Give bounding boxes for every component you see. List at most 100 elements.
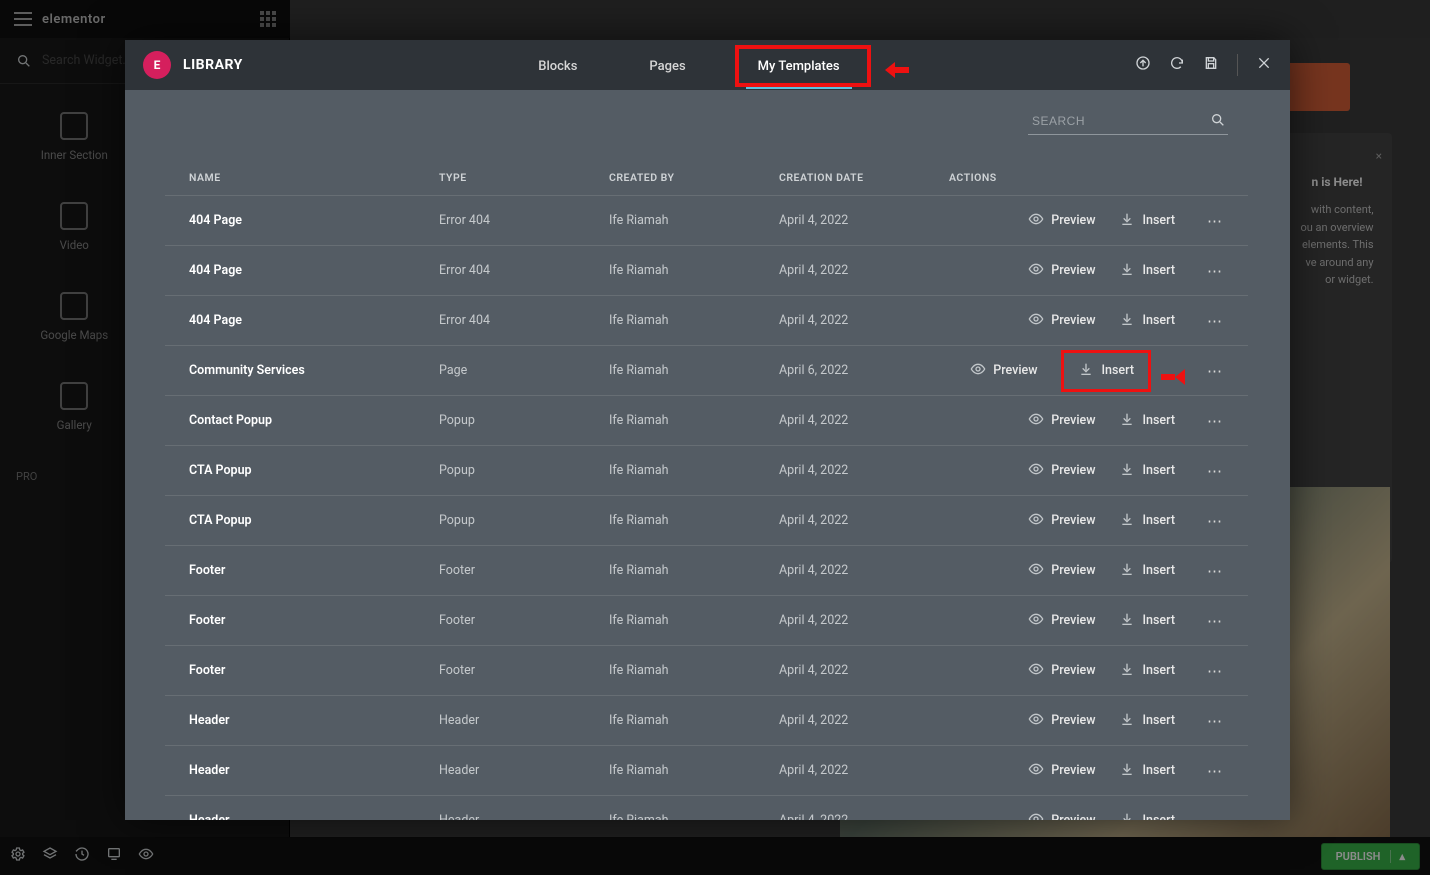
- cell-type: Footer: [439, 563, 609, 578]
- cell-type: Error 404: [439, 263, 609, 278]
- close-icon[interactable]: [1256, 55, 1272, 75]
- insert-action[interactable]: Insert: [1119, 261, 1175, 281]
- more-actions-icon[interactable]: ⋯: [1199, 262, 1224, 280]
- preview-action[interactable]: Preview: [1028, 761, 1095, 781]
- insert-action[interactable]: Insert: [1119, 461, 1175, 481]
- preview-action[interactable]: Preview: [1028, 711, 1095, 731]
- more-actions-icon[interactable]: ⋯: [1199, 512, 1224, 530]
- library-tab-my-templates[interactable]: My Templates: [752, 43, 846, 88]
- save-icon[interactable]: [1203, 55, 1219, 75]
- eye-icon: [1028, 561, 1044, 581]
- preview-action[interactable]: Preview: [1028, 261, 1095, 281]
- download-icon: [1119, 311, 1135, 331]
- more-actions-icon[interactable]: ⋯: [1199, 412, 1224, 430]
- preview-action[interactable]: Preview: [1028, 611, 1095, 631]
- col-name[interactable]: NAME: [189, 171, 439, 184]
- insert-action[interactable]: Insert: [1061, 350, 1151, 392]
- more-actions-icon[interactable]: ⋯: [1199, 362, 1224, 380]
- library-tab-pages[interactable]: Pages: [643, 43, 691, 88]
- insert-action[interactable]: Insert: [1119, 211, 1175, 231]
- cell-created-by: Ife Riamah: [609, 263, 779, 278]
- cell-date: April 4, 2022: [779, 463, 949, 478]
- eye-icon: [1028, 811, 1044, 821]
- col-date[interactable]: CREATION DATE: [779, 171, 949, 184]
- insert-action[interactable]: Insert: [1119, 761, 1175, 781]
- more-actions-icon[interactable]: ⋯: [1199, 212, 1224, 230]
- cell-type: Footer: [439, 613, 609, 628]
- cell-actions: Preview Insert ⋯: [949, 261, 1224, 281]
- download-icon: [1119, 711, 1135, 731]
- import-icon[interactable]: [1135, 55, 1151, 75]
- table-row: FooterFooterIfe RiamahApril 4, 2022Previ…: [165, 645, 1248, 695]
- table-row: 404 PageError 404Ife RiamahApril 4, 2022…: [165, 295, 1248, 345]
- cell-date: April 4, 2022: [779, 313, 949, 328]
- preview-action[interactable]: Preview: [1028, 811, 1095, 821]
- preview-action[interactable]: Preview: [1028, 211, 1095, 231]
- sync-icon[interactable]: [1169, 55, 1185, 75]
- cell-name: 404 Page: [189, 213, 439, 228]
- cell-created-by: Ife Riamah: [609, 713, 779, 728]
- more-actions-icon[interactable]: ⋯: [1199, 762, 1224, 780]
- col-actions: ACTIONS: [949, 171, 1224, 184]
- download-icon: [1119, 261, 1135, 281]
- insert-action[interactable]: Insert: [1119, 561, 1175, 581]
- table-row: 404 PageError 404Ife RiamahApril 4, 2022…: [165, 195, 1248, 245]
- download-icon: [1119, 461, 1135, 481]
- table-row: HeaderHeaderIfe RiamahApril 4, 2022Previ…: [165, 795, 1248, 820]
- preview-action[interactable]: Preview: [1028, 511, 1095, 531]
- cell-date: April 4, 2022: [779, 213, 949, 228]
- table-row: HeaderHeaderIfe RiamahApril 4, 2022Previ…: [165, 695, 1248, 745]
- cell-actions: Preview Insert ⋯: [949, 711, 1224, 731]
- download-icon: [1119, 811, 1135, 821]
- eye-icon: [970, 361, 986, 381]
- cell-date: April 4, 2022: [779, 413, 949, 428]
- table-row: CTA PopupPopupIfe RiamahApril 4, 2022Pre…: [165, 495, 1248, 545]
- cell-actions: Preview Insert ⋯: [949, 561, 1224, 581]
- preview-action[interactable]: Preview: [1028, 311, 1095, 331]
- cell-actions: Preview Insert ⋯: [949, 411, 1224, 431]
- more-actions-icon[interactable]: ⋯: [1199, 712, 1224, 730]
- more-actions-icon[interactable]: ⋯: [1199, 312, 1224, 330]
- preview-action[interactable]: Preview: [1028, 661, 1095, 681]
- library-search-input[interactable]: [1028, 108, 1228, 135]
- table-row: 404 PageError 404Ife RiamahApril 4, 2022…: [165, 245, 1248, 295]
- cell-date: April 6, 2022: [779, 363, 949, 378]
- download-icon: [1119, 511, 1135, 531]
- eye-icon: [1028, 261, 1044, 281]
- download-icon: [1119, 561, 1135, 581]
- search-icon[interactable]: [1210, 112, 1226, 132]
- table-row: FooterFooterIfe RiamahApril 4, 2022Previ…: [165, 545, 1248, 595]
- more-actions-icon[interactable]: ⋯: [1199, 462, 1224, 480]
- cell-date: April 4, 2022: [779, 813, 949, 820]
- preview-action[interactable]: Preview: [1028, 561, 1095, 581]
- more-actions-icon[interactable]: ⋯: [1199, 612, 1224, 630]
- preview-action[interactable]: Preview: [1028, 411, 1095, 431]
- insert-action[interactable]: Insert: [1119, 611, 1175, 631]
- col-created-by[interactable]: CREATED BY: [609, 171, 779, 184]
- preview-action[interactable]: Preview: [1028, 461, 1095, 481]
- library-tab-blocks[interactable]: Blocks: [532, 43, 583, 88]
- insert-action[interactable]: Insert: [1119, 711, 1175, 731]
- col-type[interactable]: TYPE: [439, 171, 609, 184]
- cell-name: Header: [189, 813, 439, 820]
- cell-actions: Preview Insert ⋯: [949, 661, 1224, 681]
- more-actions-icon[interactable]: ⋯: [1199, 562, 1224, 580]
- library-body: NAME TYPE CREATED BY CREATION DATE ACTIO…: [125, 90, 1290, 820]
- cell-type: Page: [439, 363, 609, 378]
- cell-actions: Preview Insert ⋯: [949, 311, 1224, 331]
- eye-icon: [1028, 211, 1044, 231]
- insert-action[interactable]: Insert: [1119, 311, 1175, 331]
- library-title: LIBRARY: [183, 57, 243, 73]
- download-icon: [1119, 411, 1135, 431]
- cell-date: April 4, 2022: [779, 613, 949, 628]
- elementor-logo-icon: E: [143, 51, 171, 79]
- insert-action[interactable]: Insert: [1119, 661, 1175, 681]
- cell-created-by: Ife Riamah: [609, 613, 779, 628]
- insert-action[interactable]: Insert: [1119, 811, 1175, 821]
- preview-action[interactable]: Preview: [970, 361, 1037, 381]
- eye-icon: [1028, 661, 1044, 681]
- insert-action[interactable]: Insert: [1119, 511, 1175, 531]
- more-actions-icon[interactable]: ⋯: [1199, 662, 1224, 680]
- insert-action[interactable]: Insert: [1119, 411, 1175, 431]
- more-actions-icon[interactable]: ⋯: [1199, 812, 1224, 821]
